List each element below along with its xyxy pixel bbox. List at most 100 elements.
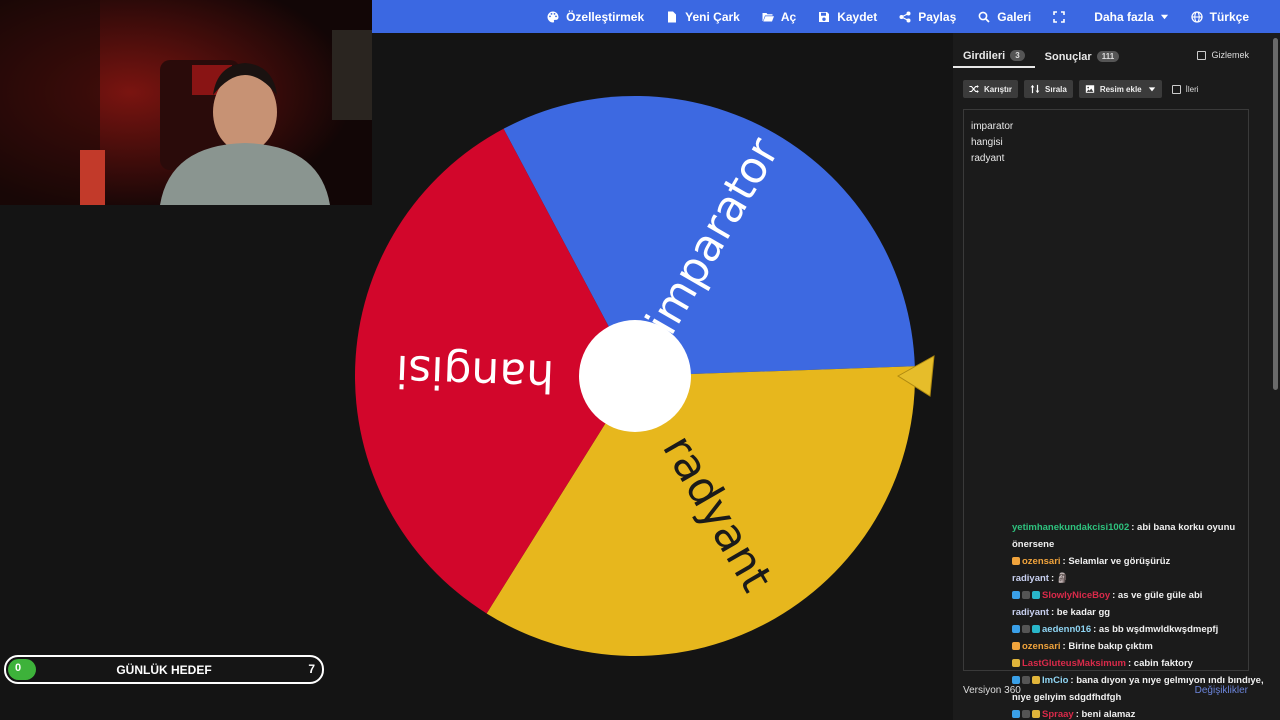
nav-language-label: Türkçe (1209, 9, 1249, 24)
chat-badge-icon (1012, 642, 1020, 650)
chat-username: yetimhanekundakcisi1002 (1012, 522, 1130, 533)
chat-badge-icon (1012, 557, 1020, 565)
sort-button[interactable]: Sırala (1024, 80, 1073, 98)
chat-badge-icon (1022, 625, 1030, 633)
chat-message: Spraay: beni alamaz (1012, 706, 1274, 720)
nav-gallery[interactable]: Galeri (967, 0, 1042, 33)
chat-username: ImCio (1042, 675, 1069, 686)
add-image-button[interactable]: Resim ekle (1078, 80, 1162, 98)
hide-checkbox[interactable] (1197, 50, 1207, 60)
nav-save-label: Kaydet (837, 9, 878, 24)
nav-more-label: Daha fazla (1094, 9, 1154, 24)
chat-username: radiyant (1012, 573, 1049, 584)
wheel-label-hangisi: hangisi (395, 345, 555, 401)
webcam-image (0, 0, 372, 205)
chat-text: : 🗿 (1050, 573, 1069, 584)
folder-open-icon (762, 12, 774, 21)
nav-gallery-label: Galeri (997, 9, 1032, 24)
chat-username: ozensari (1022, 641, 1061, 652)
save-icon (819, 11, 830, 22)
chat-text: : as ve güle güle abi (1112, 590, 1203, 601)
tab-entries[interactable]: Girdileri 3 (953, 45, 1035, 68)
chat-message: radiyant: 🗿 (1012, 570, 1274, 587)
entries-count-badge: 3 (1010, 50, 1025, 61)
nav-customize[interactable]: Özelleştirmek (536, 0, 655, 33)
chat-badge-icon (1012, 591, 1020, 599)
fullscreen-icon (1053, 10, 1066, 23)
search-icon (978, 11, 990, 23)
chat-badge-icon (1022, 710, 1030, 718)
chat-badge-icon (1012, 659, 1020, 667)
chat-badge-icon (1022, 591, 1030, 599)
shuffle-label: Karıştır (984, 84, 1013, 94)
advanced-option[interactable]: İleri (1171, 84, 1199, 94)
add-image-label: Resim ekle (1099, 84, 1142, 94)
nav-save[interactable]: Kaydet (807, 0, 888, 33)
shuffle-button[interactable]: Karıştır (963, 80, 1019, 98)
globe-icon (1190, 10, 1203, 23)
wheel-area: imparator radyant hangisi (340, 80, 960, 680)
nav-fullscreen[interactable] (1042, 0, 1083, 33)
file-icon (668, 11, 677, 22)
chat-text: : Selamlar ve görüşürüz (1062, 556, 1171, 567)
chat-message: ozensari: Selamlar ve görüşürüz (1012, 553, 1274, 570)
chat-username: LastGluteusMaksimum (1022, 658, 1126, 669)
chat-badge-icon (1032, 625, 1040, 633)
chat-message: yetimhanekundakcisi1002: abi bana korku … (1012, 519, 1274, 553)
sort-label: Sırala (1045, 84, 1067, 94)
panel-tabs: Girdileri 3 Sonuçlar 111 (953, 45, 1129, 69)
shuffle-icon (969, 85, 979, 93)
chat-text: : be kadar gg (1050, 607, 1111, 618)
chat-username: SlowlyNiceBoy (1042, 590, 1111, 601)
chat-badge-icon (1012, 625, 1020, 633)
app-root: Özelleştirmek Yeni Çark Aç Kaydet Paylaş… (0, 0, 1280, 720)
tab-results-label: Sonuçlar (1044, 50, 1092, 63)
chat-message: radiyant: be kadar gg (1012, 604, 1274, 621)
hide-option[interactable]: Gizlemek (1197, 50, 1249, 60)
chat-badge-icon (1012, 710, 1020, 718)
nav-new-wheel-label: Yeni Çark (685, 9, 740, 24)
chat-username: aedenn016 (1042, 624, 1092, 635)
spin-wheel[interactable]: imparatorradyanthangisi (340, 80, 960, 680)
top-navigation-bar: Özelleştirmek Yeni Çark Aç Kaydet Paylaş… (372, 0, 1280, 33)
chat-text: : cabin faktory (1128, 658, 1193, 669)
nav-share-label: Paylaş (918, 9, 957, 24)
entry-line: imparator (971, 121, 1014, 132)
goal-title: GÜNLÜK HEDEF (116, 663, 212, 677)
scrollbar-thumb[interactable] (1273, 38, 1278, 390)
nav-share[interactable]: Paylaş (888, 0, 967, 33)
chat-badge-icon (1032, 676, 1040, 684)
share-icon (899, 11, 911, 22)
chat-message: LastGluteusMaksimum: cabin faktory (1012, 655, 1274, 672)
chat-message: aedenn016: as bb wşdmwldkwşdmepfj (1012, 621, 1274, 638)
palette-icon (547, 11, 559, 22)
stream-chat-overlay: yetimhanekundakcisi1002: abi bana korku … (1012, 519, 1274, 720)
nav-more[interactable]: Daha fazla (1083, 0, 1179, 33)
chat-badge-icon (1022, 676, 1030, 684)
chat-message: ozensari: Birine bakıp çıktım (1012, 638, 1274, 655)
nav-open-label: Aç (780, 9, 797, 24)
image-icon (1085, 85, 1094, 93)
goal-target-value: 7 (308, 662, 315, 676)
nav-language[interactable]: Türkçe (1180, 0, 1260, 33)
chat-badge-icon (1012, 676, 1020, 684)
chat-badge-icon (1032, 710, 1040, 718)
chat-username: ozensari (1022, 556, 1061, 567)
tab-results[interactable]: Sonuçlar 111 (1035, 45, 1130, 68)
chevron-down-icon (1148, 87, 1155, 92)
entries-toolbar: Karıştır Sırala Resim ekle İleri (963, 80, 1199, 98)
advanced-checkbox[interactable] (1171, 84, 1181, 94)
sort-icon (1030, 84, 1040, 94)
wheel-center-hub[interactable] (579, 320, 691, 432)
chat-username: Spraay (1042, 709, 1074, 720)
entry-line: hangisi (971, 137, 1003, 148)
nav-open[interactable]: Aç (751, 0, 807, 33)
nav-new-wheel[interactable]: Yeni Çark (655, 0, 751, 33)
webcam-overlay (0, 0, 372, 205)
chat-badge-icon (1032, 591, 1040, 599)
entry-line: radyant (971, 153, 1005, 164)
hide-label: Gizlemek (1211, 50, 1249, 60)
results-count-badge: 111 (1096, 51, 1120, 62)
chat-text: : as bb wşdmwldkwşdmepfj (1093, 624, 1219, 635)
nav-customize-label: Özelleştirmek (566, 9, 645, 24)
